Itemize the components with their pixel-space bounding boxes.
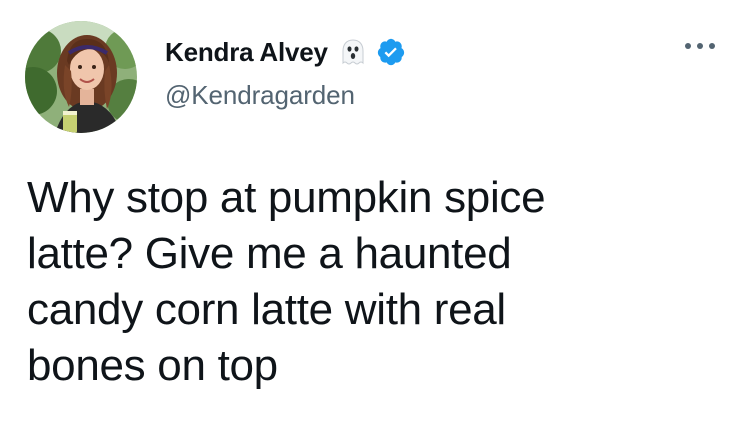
avatar[interactable] bbox=[25, 21, 137, 133]
author-handle[interactable]: @Kendragarden bbox=[165, 80, 355, 111]
ghost-emoji-icon bbox=[338, 37, 368, 67]
tweet-text: Why stop at pumpkin spice latte? Give me… bbox=[27, 173, 546, 390]
tweet-card: Kendra Alvey @Kendragarden Why stop at p… bbox=[0, 0, 732, 441]
avatar-photo bbox=[25, 21, 137, 133]
more-options-button[interactable] bbox=[680, 34, 720, 58]
author-name-row: Kendra Alvey bbox=[165, 34, 406, 70]
verified-badge-icon bbox=[376, 37, 406, 67]
more-options-icon bbox=[685, 43, 715, 49]
display-name[interactable]: Kendra Alvey bbox=[165, 37, 328, 68]
